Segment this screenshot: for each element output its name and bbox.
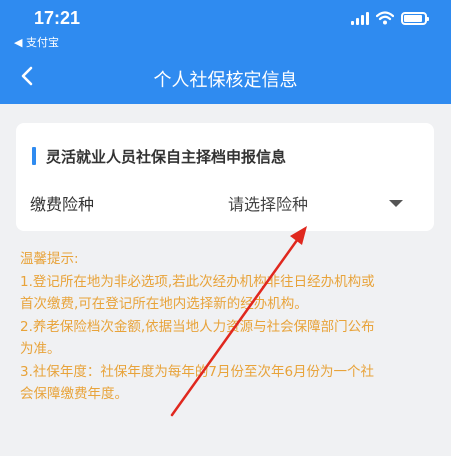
notice-heading: 温馨提示: — [20, 251, 79, 267]
insurance-type-value[interactable]: 请选择险种 — [228, 191, 308, 215]
notice-line: 1.登记所在地为非必选项,若此次经办机构非往日经办机构或 — [20, 273, 375, 290]
status-icons — [351, 11, 429, 25]
wifi-icon — [376, 11, 394, 25]
notice-line: 3.社保年度：社保年度为每年的7月份至次年6月份为一个社 — [20, 363, 375, 380]
declaration-card: 灵活就业人员社保自主择档申报信息 缴费险种 请选择险种 — [16, 123, 434, 231]
notice-box: 温馨提示: 1.登记所在地为非必选项,若此次经办机构非往日经办机构或 首次缴费,… — [20, 248, 436, 406]
status-time: 17:21 — [34, 8, 81, 28]
notice-line: 首次缴费,可在登记所在地内选择新的经办机构。 — [20, 296, 308, 312]
notice-line: 会保障缴费年度。 — [20, 386, 128, 402]
notice-line: 为准。 — [20, 341, 61, 357]
caret-down-icon[interactable] — [388, 199, 404, 208]
back-to-alipay-link[interactable]: ◀ 支付宝 — [14, 34, 59, 50]
page-title: 个人社保核定信息 — [153, 70, 298, 91]
notice-line: 2.养老保险档次金额,依据当地人力资源与社会保障部门公布 — [20, 318, 375, 335]
section-accent-bar — [32, 147, 36, 165]
card-title: 灵活就业人员社保自主择档申报信息 — [46, 148, 287, 166]
insurance-type-label: 缴费险种 — [30, 195, 95, 214]
app-header: 17:21 ◀ 支付宝 个人社保核定信息 — [0, 0, 451, 104]
signal-bars-icon — [351, 11, 369, 25]
battery-icon — [401, 11, 429, 25]
insurance-type-select[interactable]: 缴费险种 请选择险种 — [16, 181, 434, 225]
